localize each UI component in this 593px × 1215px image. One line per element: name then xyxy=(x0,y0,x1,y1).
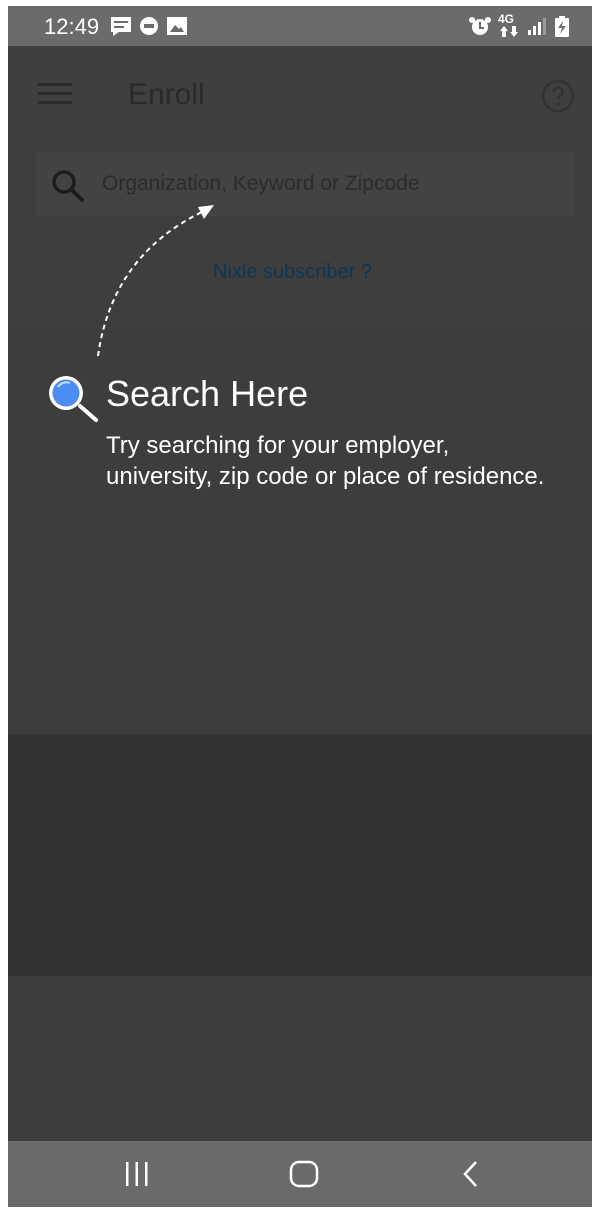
app-bar: Enroll xyxy=(8,46,592,142)
signal-icon xyxy=(528,18,546,35)
search-icon[interactable] xyxy=(50,168,86,204)
dex-icon xyxy=(140,17,158,35)
phone-screen: 12:49 4G Enroll Organization, Keyword or… xyxy=(8,6,592,1207)
help-icon[interactable] xyxy=(541,79,575,113)
alarm-icon xyxy=(469,17,491,35)
status-time: 12:49 xyxy=(44,14,100,39)
hamburger-menu-icon[interactable] xyxy=(38,82,72,106)
recent-apps-icon[interactable] xyxy=(124,1159,150,1189)
nixle-subscriber-link[interactable]: Nixle subscriber ? xyxy=(213,261,372,284)
magnifier-icon xyxy=(49,376,98,422)
page-title: Enroll xyxy=(128,78,205,111)
back-icon[interactable] xyxy=(460,1159,482,1189)
image-icon xyxy=(167,17,187,35)
message-icon xyxy=(111,17,131,36)
lte-icon: 4G xyxy=(498,12,526,40)
battery-icon xyxy=(555,16,569,37)
home-icon[interactable] xyxy=(288,1159,320,1189)
navigation-bar xyxy=(8,1141,592,1207)
hint-title: Search Here xyxy=(106,373,309,414)
status-bar: 12:49 4G xyxy=(8,6,592,46)
hint-description: Try searching for your employer, univers… xyxy=(106,432,545,490)
content-footer-area xyxy=(8,976,592,1141)
content-panel xyxy=(8,734,592,976)
hint-arrow-icon xyxy=(97,205,214,357)
network-label: 4G xyxy=(498,12,515,26)
